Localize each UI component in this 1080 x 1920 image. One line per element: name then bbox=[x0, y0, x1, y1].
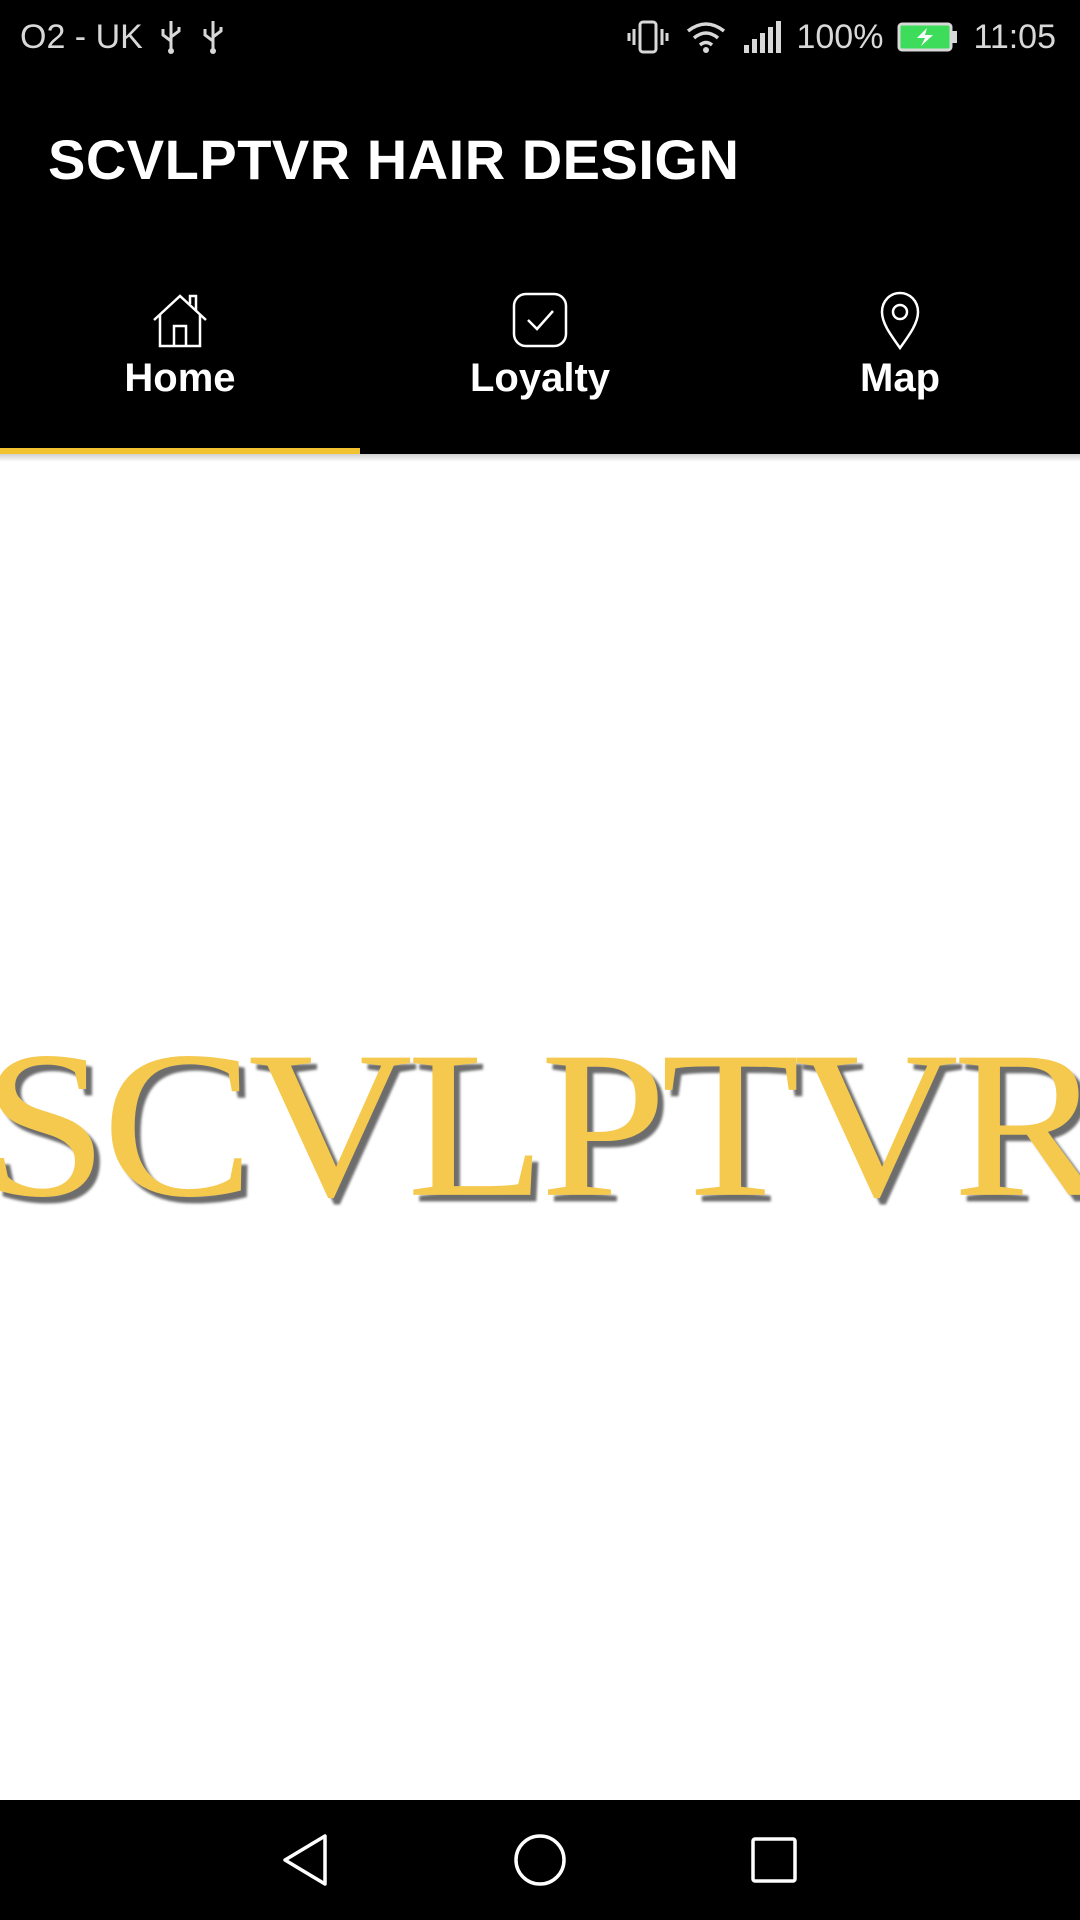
checkbox-icon bbox=[508, 288, 572, 352]
status-bar-left: O2 - UK bbox=[20, 18, 227, 57]
app-bar: SCVLPTVR HAIR DESIGN bbox=[0, 74, 1080, 244]
carrier-label: O2 - UK bbox=[20, 17, 143, 56]
content-area: SCVLPTVR bbox=[0, 462, 1080, 1800]
wifi-icon bbox=[684, 19, 728, 55]
signal-icon bbox=[742, 19, 782, 55]
status-bar-right: 100% 11:05 bbox=[626, 18, 1056, 57]
home-circle-icon[interactable] bbox=[498, 1818, 582, 1902]
status-bar: O2 - UK 100% 11:05 bbox=[0, 0, 1080, 74]
tab-home[interactable]: Home bbox=[0, 244, 360, 454]
recents-icon[interactable] bbox=[732, 1818, 816, 1902]
brand-logo-text: SCVLPTVR bbox=[0, 1009, 1080, 1241]
brand-logo: SCVLPTVR bbox=[0, 1010, 1080, 1240]
vibrate-icon bbox=[626, 19, 670, 55]
tab-loyalty-label: Loyalty bbox=[469, 356, 611, 400]
tab-bar: Home Loyalty Map bbox=[0, 244, 1080, 454]
tab-home-label: Home bbox=[124, 356, 236, 400]
usb-icon bbox=[199, 19, 227, 55]
tab-loyalty[interactable]: Loyalty bbox=[360, 244, 720, 454]
map-pin-icon bbox=[868, 288, 932, 352]
screen: O2 - UK 100% 11:05 SCVLPTVR HAIR DESIGN … bbox=[0, 0, 1080, 1920]
app-title: SCVLPTVR HAIR DESIGN bbox=[48, 127, 740, 191]
tab-map[interactable]: Map bbox=[720, 244, 1080, 454]
tab-map-label: Map bbox=[860, 356, 940, 400]
clock: 11:05 bbox=[973, 17, 1056, 56]
system-navigation-bar bbox=[0, 1800, 1080, 1920]
tab-bar-shadow bbox=[0, 454, 1080, 462]
usb-icon bbox=[157, 19, 185, 55]
back-icon[interactable] bbox=[264, 1818, 348, 1902]
home-icon bbox=[148, 288, 212, 352]
battery-charging-icon bbox=[897, 21, 959, 53]
battery-percent: 100% bbox=[796, 17, 884, 56]
